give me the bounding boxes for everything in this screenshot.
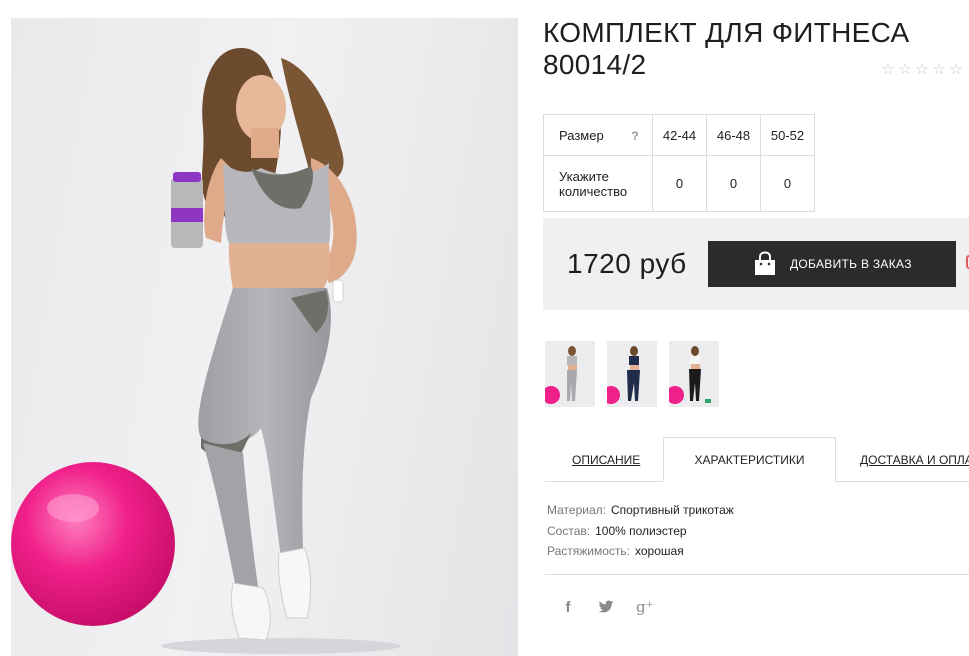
spec-key: Материал:	[547, 503, 606, 517]
quantity-label-cell: Укажите количество	[543, 155, 653, 212]
quantity-label-line2: количество	[559, 183, 628, 199]
star-icon[interactable]: ☆	[880, 62, 896, 78]
spec-key: Растяжимость:	[547, 544, 631, 558]
quantity-input[interactable]: 0	[706, 155, 761, 212]
twitter-icon[interactable]	[598, 600, 614, 614]
shopping-bag-icon	[755, 251, 775, 275]
size-option: 50-52	[760, 114, 815, 156]
spec-key: Состав:	[547, 523, 591, 538]
thumbnail-gray-outfit[interactable]	[545, 341, 595, 407]
spec-row: Материал: Спортивный трикотаж	[547, 500, 734, 521]
quantity-input[interactable]: 0	[760, 155, 815, 212]
size-option: 46-48	[706, 114, 761, 156]
spec-row: Состав: 100% полиэстер	[547, 521, 734, 542]
star-icon[interactable]: ☆	[948, 62, 964, 78]
product-article-number: 80014/2	[543, 49, 647, 80]
star-icon[interactable]: ☆	[914, 62, 930, 78]
product-price: 1720 руб	[567, 248, 687, 279]
size-option: 42-44	[652, 114, 707, 156]
social-share: f g⁺	[560, 598, 654, 616]
facebook-icon[interactable]: f	[560, 599, 576, 616]
product-title-line1: КОМПЛЕКТ ДЛЯ ФИТНЕСА	[543, 17, 910, 48]
quantity-label-line1: Укажите	[559, 168, 609, 184]
tab-characteristics[interactable]: ХАРАКТЕРИСТИКИ	[663, 437, 836, 482]
star-icon[interactable]: ☆	[897, 62, 913, 78]
product-main-photo[interactable]	[11, 18, 518, 656]
size-label: Размер	[559, 127, 604, 143]
photo-thumbnails	[545, 341, 719, 407]
characteristics-list: Материал: Спортивный трикотаж Состав: 100%…	[547, 500, 734, 562]
thumbnail-navy-outfit[interactable]	[607, 341, 657, 407]
thumbnail-black-outfit[interactable]	[669, 341, 719, 407]
spec-value: 100% полиэстер	[595, 523, 687, 538]
section-divider	[545, 574, 969, 575]
spec-value: Спортивный трикотаж	[610, 503, 734, 517]
size-label-cell: Размер ?	[543, 114, 653, 156]
add-to-order-button[interactable]: ДОБАВИТЬ В ЗАКАЗ	[708, 241, 956, 287]
quantity-input[interactable]: 0	[652, 155, 707, 212]
rating-stars[interactable]: ☆ ☆ ☆ ☆ ☆	[880, 62, 964, 78]
price-panel: 1720 руб ДОБАВИТЬ В ЗАКАЗ	[543, 218, 969, 310]
google-plus-icon[interactable]: g⁺	[636, 598, 654, 616]
size-quantity-table: Размер ? 42-44 46-48 50-52 Укажите колич…	[543, 114, 815, 212]
size-help-icon[interactable]: ?	[631, 129, 638, 143]
fitness-ball	[11, 462, 175, 626]
spec-value: хорошая	[635, 544, 684, 558]
tab-description[interactable]: ОПИСАНИЕ	[572, 437, 640, 482]
star-icon[interactable]: ☆	[931, 62, 947, 78]
add-to-order-label: ДОБАВИТЬ В ЗАКАЗ	[790, 257, 912, 271]
spec-row: Растяжимость: хорошая	[547, 541, 734, 562]
tab-delivery-payment[interactable]: ДОСТАВКА И ОПЛА	[860, 437, 969, 482]
